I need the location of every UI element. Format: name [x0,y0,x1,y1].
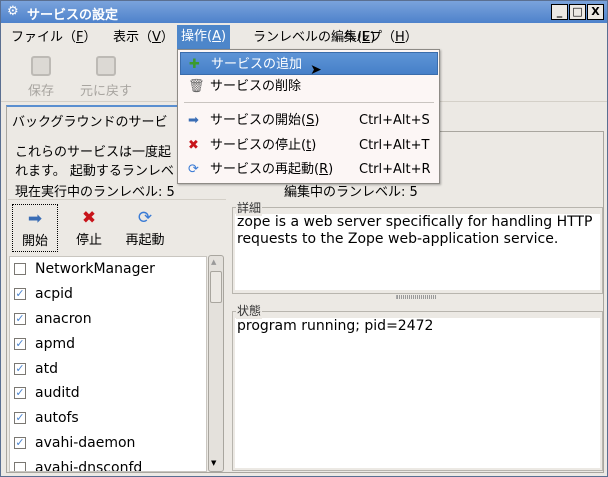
service-row[interactable]: ✓ autofs [10,406,206,431]
restart-label: 再起動 [125,233,165,248]
status-label: 状態 [236,302,263,319]
service-name: NetworkManager [35,261,155,278]
app-gear-icon: ⚙ [7,4,19,19]
service-checkbox[interactable]: ✓ [14,288,26,301]
status-frame: program running; pid=2472 [232,311,603,471]
menu-item-start-service[interactable]: ➡ サービスの開始(S) Ctrl+Alt+S [180,109,438,132]
menu-item-add-service[interactable]: ✚ サービスの追加 [180,52,438,75]
menu-item-stop-service[interactable]: ✖ サービスの停止(t) Ctrl+Alt+T [180,134,438,157]
arrow-right-icon: ➡ [188,113,199,128]
service-checkbox[interactable]: ✓ [14,387,26,400]
tab-label: バックグラウンドのサービ [12,115,168,130]
scroll-down-icon[interactable]: ▼ [211,459,216,467]
service-checkbox[interactable]: ✓ [14,436,26,449]
service-row[interactable]: ✓ acpid [10,282,206,307]
service-name: auditd [35,385,80,402]
menu-item-restart-service[interactable]: ⟳ サービスの再起動(R) Ctrl+Alt+R [180,158,438,181]
service-name: anacron [35,310,92,327]
service-checkbox[interactable] [14,461,26,471]
start-button[interactable]: ➡ 開始 [12,204,58,252]
stop-button[interactable]: ✖ 停止 [66,204,112,252]
menu-action[interactable]: 操作(A) [177,25,231,49]
plus-icon: ✚ [189,57,200,72]
details-label: 詳細 [236,199,263,216]
title-bar[interactable]: ⚙ サービスの設定 _ □ X [1,1,607,23]
scrollbar-thumb[interactable] [210,271,222,303]
scroll-up-icon[interactable]: ▲ [211,258,216,266]
service-checkbox[interactable] [14,263,26,276]
trash-icon: 🗑 [188,79,205,94]
service-name: atd [35,360,58,377]
current-runlevel: 現在実行中のランレベル: 5 [15,185,175,200]
service-row[interactable]: NetworkManager [10,257,206,282]
refresh-icon: ⟳ [137,208,153,228]
service-name: avahi-daemon [35,434,136,451]
details-frame: zope is a web server specifically for ha… [232,207,603,294]
details-text: zope is a web server specifically for ha… [235,214,600,290]
service-checkbox[interactable]: ✓ [14,312,26,325]
revert-icon [96,56,116,76]
description-line-1: これらのサービスは一度起 [15,145,172,160]
save-icon [31,56,51,76]
description-line-2: れます。 起動するランレベ [15,164,174,179]
restart-button[interactable]: ⟳ 再起動 [120,204,170,252]
start-label: 開始 [21,234,48,249]
service-row[interactable]: ✓ apmd [10,331,206,356]
shortcut: Ctrl+Alt+T [359,138,430,153]
menu-file[interactable]: ファイル（F） [7,28,101,49]
service-row[interactable]: ✓ anacron [10,307,206,332]
revert-button[interactable]: 元に戻す [75,56,137,99]
save-label: 保存 [27,84,54,99]
service-row[interactable]: avahi-dnsconfd [10,455,206,472]
service-list: NetworkManager ✓ acpid ✓ anacron ✓ apmd ✓ atd ✓ au… [9,256,207,472]
close-button[interactable]: X [587,4,604,20]
service-name: apmd [35,335,75,352]
window-title: サービスの設定 [27,8,119,23]
maximize-button[interactable]: □ [569,4,586,20]
list-scrollbar[interactable]: ▲ ▼ [208,255,224,472]
service-checkbox[interactable]: ✓ [14,337,26,350]
service-name: autofs [35,410,79,427]
shortcut: Ctrl+Alt+R [359,162,431,177]
mouse-cursor-icon: ➤ [310,62,322,78]
action-dropdown-menu: ✚ サービスの追加 🗑 サービスの削除 ➡ サービスの開始(S) Ctrl+Alt+S … [177,49,440,184]
service-row[interactable]: ✓ auditd [10,381,206,406]
pane-resize-handle[interactable] [396,295,436,299]
window: ⚙ サービスの設定 _ □ X ファイル（F） 表示（V） 操作(A) ランレベ… [0,0,608,477]
menu-view[interactable]: 表示（V） [109,28,178,49]
action-button-bar: ➡ 開始 ✖ 停止 ⟳ 再起動 [8,199,226,255]
stop-label: 停止 [75,233,102,248]
menu-separator [184,102,434,103]
arrow-right-icon: ➡ [27,209,43,229]
stop-icon: ✖ [81,208,97,228]
menu-item-delete-service[interactable]: 🗑 サービスの削除 [180,75,438,98]
shortcut: Ctrl+Alt+S [359,113,430,128]
service-name: avahi-dnsconfd [35,459,143,472]
minimize-button[interactable]: _ [551,4,568,20]
service-row[interactable]: ✓ avahi-daemon [10,431,206,456]
status-text: program running; pid=2472 [235,318,600,468]
service-row[interactable]: ✓ atd [10,356,206,381]
refresh-icon: ⟳ [188,162,199,177]
menu-bar: ファイル（F） 表示（V） 操作(A) ランレベルの編集(E) ヘルプ（H） [1,24,607,49]
service-checkbox[interactable]: ✓ [14,412,26,425]
stop-icon: ✖ [188,138,199,153]
service-name: acpid [35,286,73,303]
service-checkbox[interactable]: ✓ [14,362,26,375]
menu-help[interactable]: ヘルプ（H） [339,28,422,49]
revert-label: 元に戻す [79,84,132,99]
save-button[interactable]: 保存 [21,56,61,99]
